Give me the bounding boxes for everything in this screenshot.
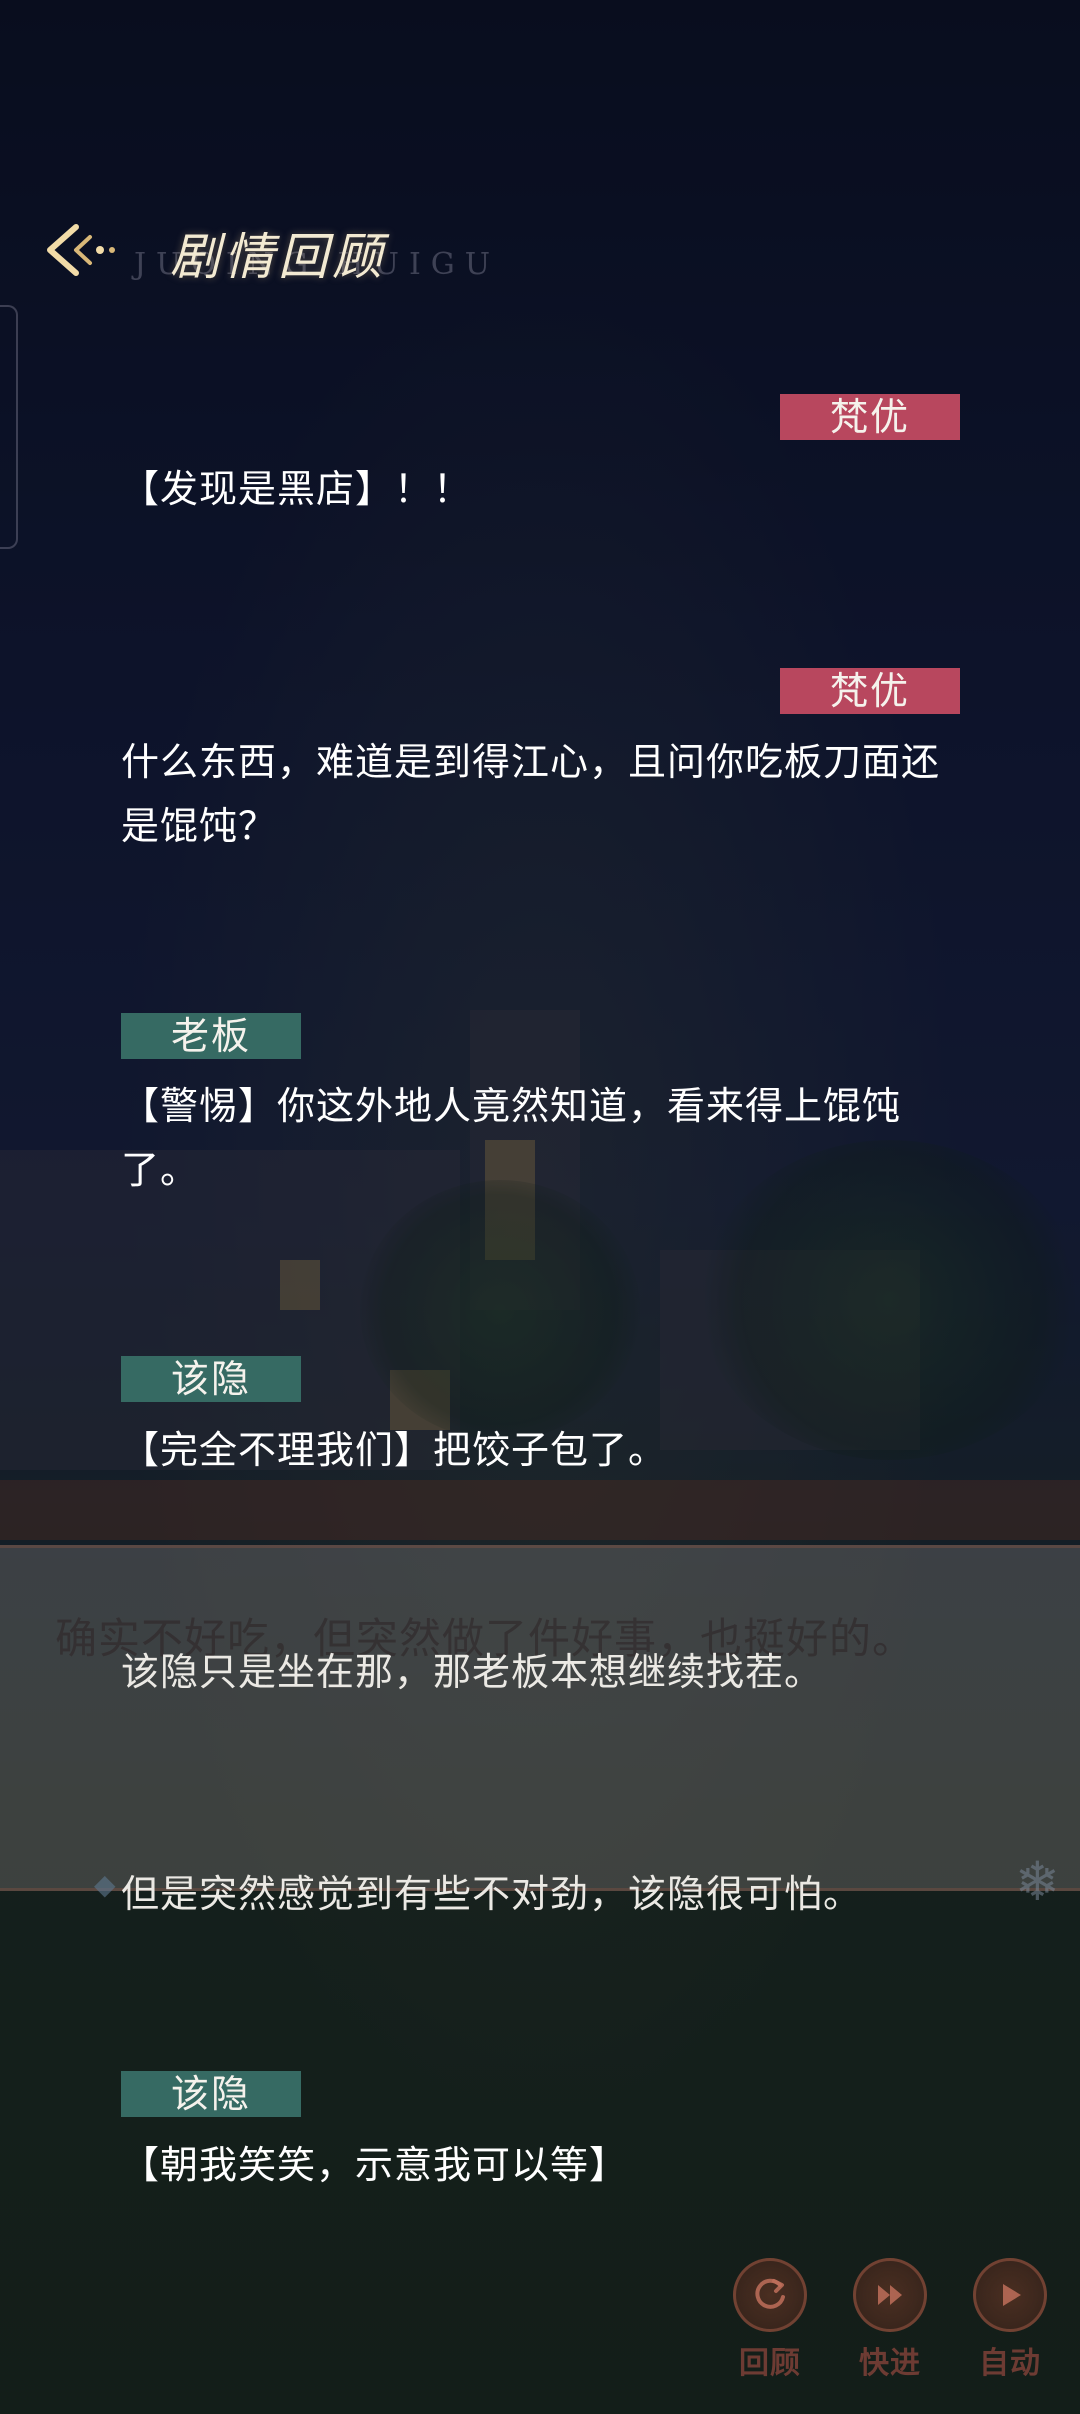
dialog-line: 什么东西，难道是到得江心，且问你吃板刀面还是馄饨？ xyxy=(121,740,941,848)
rewind-icon xyxy=(755,2278,785,2309)
review-button[interactable]: 回顾 xyxy=(725,2258,815,2382)
auto-button-circle xyxy=(973,2258,1047,2332)
speaker-tag: 该隐 xyxy=(121,2071,301,2117)
review-label: 回顾 xyxy=(739,2346,801,2381)
back-button[interactable] xyxy=(36,205,126,295)
play-icon xyxy=(1003,2284,1021,2306)
skip-label: 快进 xyxy=(859,2346,921,2381)
dialog-line: 【警惕】你这外地人竟然知道，看来得上馄饨了。 xyxy=(121,1084,902,1192)
speaker-tag: 老板 xyxy=(121,1013,301,1059)
story-review-screen: 确实不好吃，但突然做了件好事，也挺好的。 ◆ ❄ JUQING HUIGU 剧情… xyxy=(0,0,1080,2414)
speaker-tag: 梵优 xyxy=(780,668,960,714)
back-arrow-icon xyxy=(47,224,115,276)
page-title: 剧情回顾 xyxy=(170,228,386,286)
fast-forward-icon xyxy=(878,2285,902,2305)
dialog-line: 【发现是黑店】！！ xyxy=(121,467,473,511)
dialog-line: 【完全不理我们】把饺子包了。 xyxy=(121,1428,668,1472)
skip-button[interactable]: 快进 xyxy=(845,2258,935,2382)
narration-line: 该隐只是坐在那，那老板本想继续找茬。 xyxy=(121,1650,824,1694)
auto-button[interactable]: 自动 xyxy=(965,2258,1055,2382)
side-tab[interactable] xyxy=(0,305,18,549)
narration-line: 但是突然感觉到有些不对劲，该隐很可怕。 xyxy=(121,1872,863,1916)
speaker-tag: 梵优 xyxy=(780,394,960,440)
dialog-line: 【朝我笑笑，示意我可以等】 xyxy=(121,2143,629,2187)
speaker-tag: 该隐 xyxy=(121,1356,301,1402)
overlay-scrim xyxy=(0,0,1080,2414)
review-button-circle xyxy=(733,2258,807,2332)
skip-button-circle xyxy=(853,2258,927,2332)
auto-label: 自动 xyxy=(979,2346,1041,2381)
header: JUQING HUIGU 剧情回顾 xyxy=(36,205,536,295)
